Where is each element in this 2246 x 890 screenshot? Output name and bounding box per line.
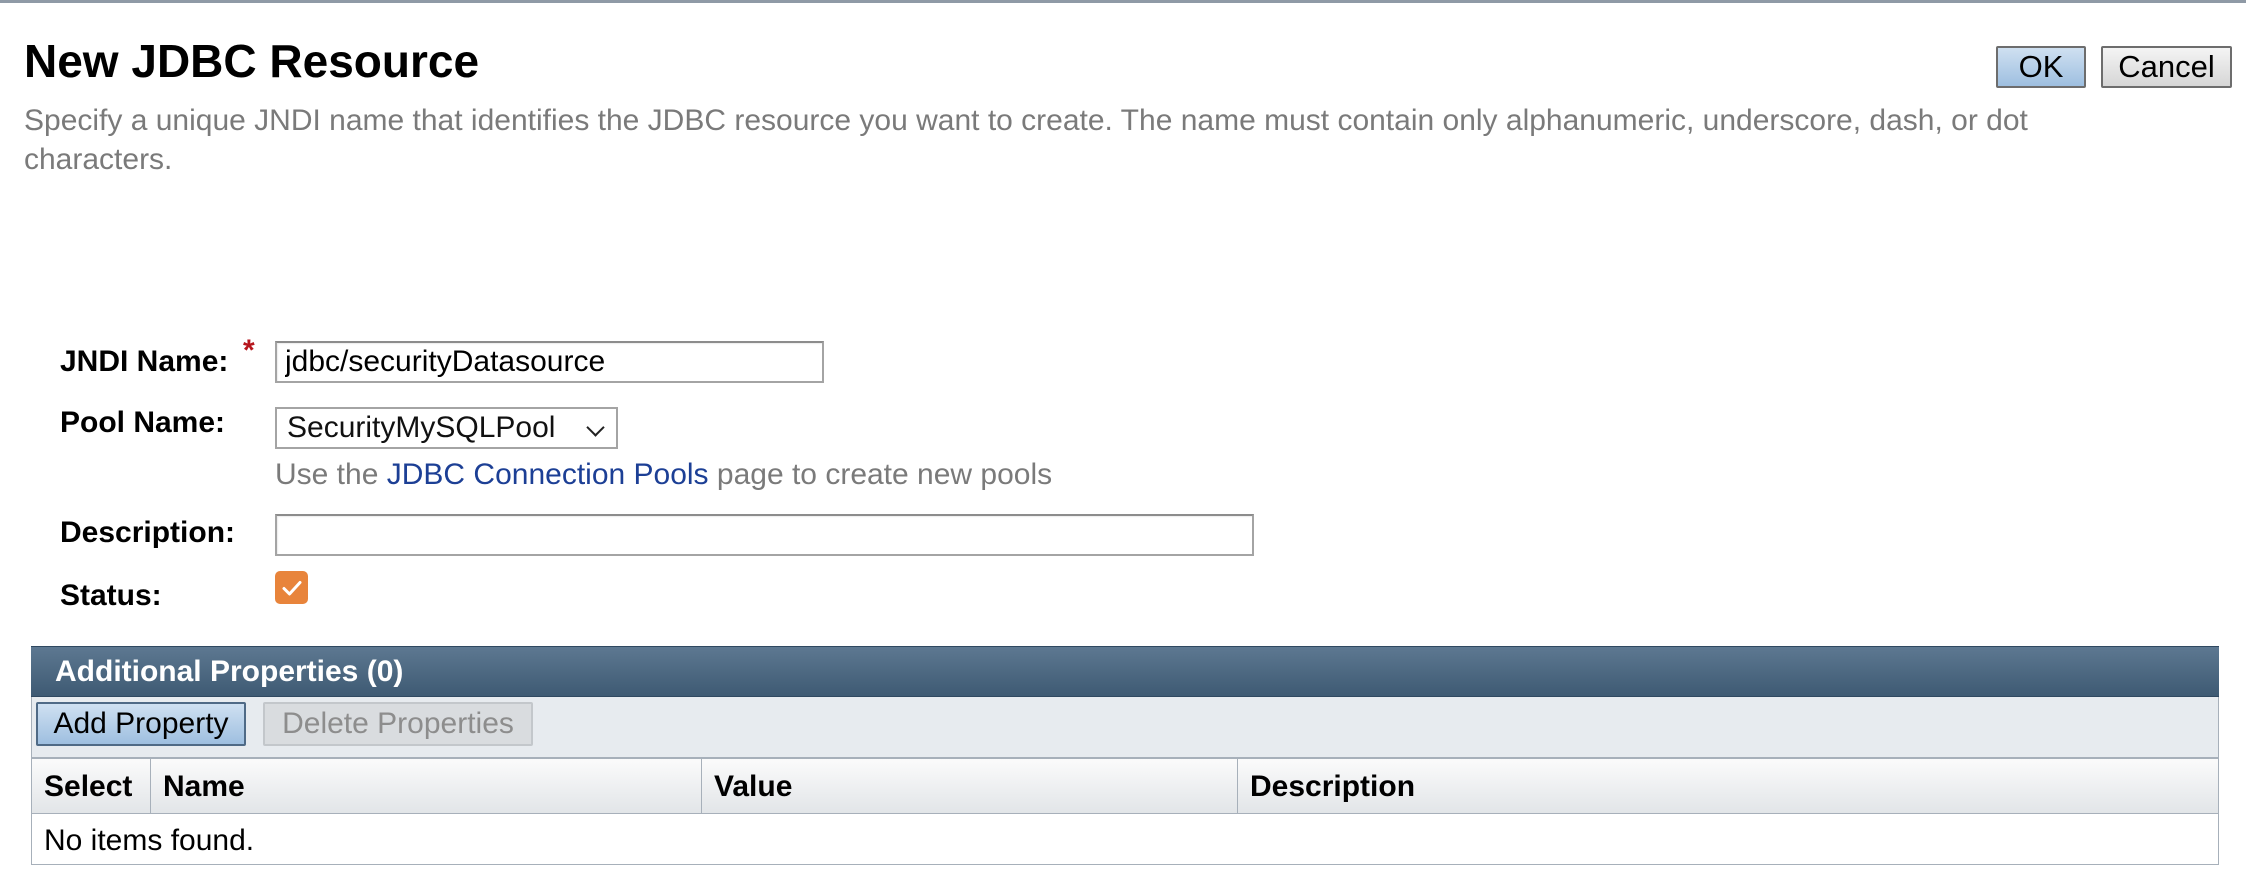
jndi-name-input[interactable] (275, 341, 824, 383)
additional-properties-title: Additional Properties (0) (55, 654, 404, 688)
jdbc-connection-pools-link[interactable]: JDBC Connection Pools (387, 458, 709, 491)
page-title: New JDBC Resource (24, 35, 480, 87)
pool-hint-prefix: Use the (275, 458, 387, 491)
column-header-name[interactable]: Name (151, 759, 702, 814)
additional-properties-header: Additional Properties (0) (31, 646, 2219, 697)
pool-name-selected-value: SecurityMySQLPool (287, 411, 556, 444)
pool-name-select[interactable]: SecurityMySQLPool (275, 407, 618, 449)
ok-button[interactable]: OK (1996, 46, 2086, 88)
properties-table: Select Name Value Description No items f… (31, 757, 2219, 865)
pool-hint: Use the JDBC Connection Pools page to cr… (275, 457, 1052, 493)
status-label: Status: (60, 579, 162, 612)
description-label: Description: (60, 516, 236, 549)
status-checkbox[interactable] (275, 571, 308, 604)
delete-properties-button[interactable]: Delete Properties (263, 702, 533, 746)
jndi-name-label: JNDI Name: (60, 345, 229, 378)
cancel-button[interactable]: Cancel (2101, 46, 2232, 88)
empty-table-message: No items found. (44, 824, 255, 857)
column-header-value[interactable]: Value (702, 759, 1238, 814)
pool-name-label: Pool Name: (60, 406, 226, 439)
pool-hint-suffix: page to create new pools (708, 458, 1053, 491)
add-property-button[interactable]: Add Property (36, 702, 246, 746)
page-description: Specify a unique JNDI name that identifi… (24, 104, 2028, 176)
table-header: Select Name Value Description (32, 759, 2218, 814)
top-rule (0, 0, 2246, 3)
checkmark-icon (282, 580, 301, 595)
description-input[interactable] (275, 514, 1254, 556)
chevron-down-icon (586, 418, 605, 437)
required-marker: * (243, 334, 255, 367)
column-header-description[interactable]: Description (1238, 759, 2220, 814)
column-header-select[interactable]: Select (32, 759, 151, 814)
